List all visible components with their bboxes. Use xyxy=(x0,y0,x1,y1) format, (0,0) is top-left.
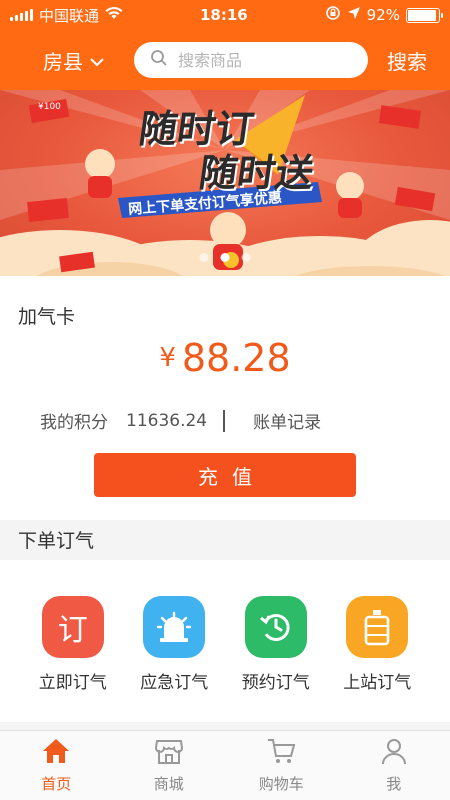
carousel-dots xyxy=(199,253,251,262)
carrier-name: 中国联通 xyxy=(39,6,100,25)
tab-cart-label: 购物车 xyxy=(258,775,304,793)
search-box[interactable] xyxy=(134,42,368,78)
search-button[interactable]: 搜索 xyxy=(378,46,436,75)
tab-me-label: 我 xyxy=(386,775,402,793)
station-order-label: 上站订气 xyxy=(343,673,412,693)
station-order-item[interactable]: 上站订气 xyxy=(332,596,422,722)
points-row: 我的积分 11636.24 账单记录 xyxy=(40,408,321,433)
carousel-dot[interactable] xyxy=(199,253,209,262)
tab-store-label: 商城 xyxy=(153,775,184,793)
city-label: 房县 xyxy=(43,49,83,74)
order-now-item[interactable]: 订 立即订气 xyxy=(28,596,118,722)
store-icon xyxy=(154,737,184,769)
carousel-dot[interactable] xyxy=(241,253,251,262)
gas-card-panel: 加气卡 ¥88.28 我的积分 11636.24 账单记录 充值 xyxy=(0,276,450,520)
promo-banner[interactable]: 随时订 随时送 网上下单支付订气享优惠 ¥100 xyxy=(0,90,450,276)
alarm-icon xyxy=(143,596,206,658)
scheduled-order-item[interactable]: 预约订气 xyxy=(231,596,321,722)
clock-icon xyxy=(244,596,307,658)
card-title: 加气卡 xyxy=(18,306,76,328)
banner-coupon-label: ¥100 xyxy=(38,102,61,112)
tab-store[interactable]: 商城 xyxy=(113,731,226,800)
tab-home[interactable]: 首页 xyxy=(0,731,113,800)
currency-symbol: ¥ xyxy=(159,343,176,373)
order-section-title: 下单订气 xyxy=(0,520,450,560)
chevron-down-icon xyxy=(89,48,105,72)
city-selector[interactable]: 房县 xyxy=(14,46,134,75)
tab-me[interactable]: 我 xyxy=(338,731,450,800)
status-time: 18:16 xyxy=(199,6,248,24)
top-bar: 中国联通 18:16 92% 房县 搜索商品 搜索 xyxy=(0,0,450,90)
wifi-icon xyxy=(105,6,123,24)
orientation-lock-icon xyxy=(325,5,341,25)
gas-cylinder-icon xyxy=(346,596,409,658)
status-bar: 中国联通 18:16 92% xyxy=(0,0,450,30)
search-icon xyxy=(150,49,168,71)
emergency-order-item[interactable]: 应急订气 xyxy=(129,596,219,722)
cart-icon xyxy=(266,737,296,769)
divider xyxy=(223,409,226,432)
points-value: 11636.24 xyxy=(126,410,208,431)
search-input[interactable] xyxy=(178,50,308,70)
emergency-order-label: 应急订气 xyxy=(140,673,209,693)
location-icon xyxy=(347,6,361,24)
order-now-label: 立即订气 xyxy=(38,673,107,693)
user-icon xyxy=(379,737,409,769)
order-options: 订 立即订气 应急订气 预约订气 上站订气 xyxy=(0,560,450,722)
balance-amount: 88.28 xyxy=(181,336,291,380)
battery-percent: 92% xyxy=(366,6,400,24)
tab-home-label: 首页 xyxy=(41,775,72,793)
signal-icon xyxy=(10,9,33,21)
order-icon: 订 xyxy=(41,596,104,658)
tab-bar: 首页 商城 购物车 我 xyxy=(0,730,450,800)
bill-record-link[interactable]: 账单记录 xyxy=(253,408,321,433)
tab-cart[interactable]: 购物车 xyxy=(225,731,338,800)
carousel-dot-active[interactable] xyxy=(220,253,230,262)
header: 房县 搜索 xyxy=(0,30,450,90)
battery-icon xyxy=(405,7,443,23)
recharge-button[interactable]: 充值 xyxy=(94,453,356,497)
points-label: 我的积分 xyxy=(40,413,108,433)
card-balance: ¥88.28 xyxy=(0,336,450,380)
scheduled-order-label: 预约订气 xyxy=(241,673,310,693)
home-icon xyxy=(41,737,71,769)
